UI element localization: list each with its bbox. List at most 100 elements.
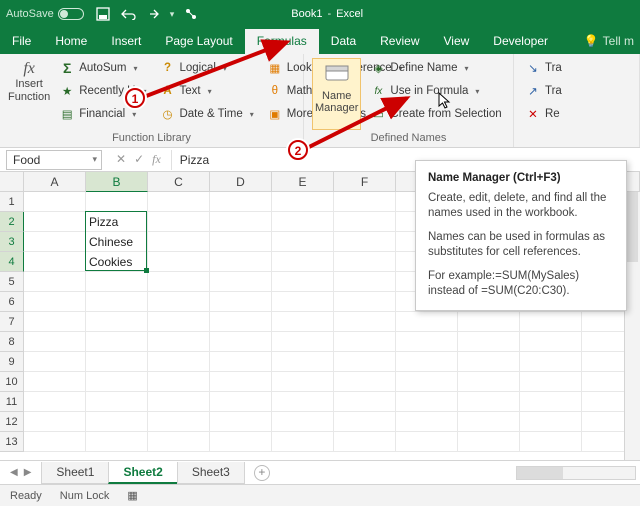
cell[interactable] <box>334 252 396 272</box>
cell[interactable]: Chinese <box>86 232 148 252</box>
cell[interactable] <box>334 372 396 392</box>
cell[interactable] <box>86 312 148 332</box>
tab-page-layout[interactable]: Page Layout <box>153 29 244 54</box>
cell[interactable] <box>210 252 272 272</box>
insert-function-button[interactable]: fx Insert Function <box>8 58 50 130</box>
cell[interactable] <box>458 312 520 332</box>
select-all-corner[interactable] <box>0 172 24 192</box>
cell[interactable] <box>334 412 396 432</box>
sheet-tab[interactable]: Sheet2 <box>108 462 177 484</box>
cell[interactable] <box>458 332 520 352</box>
cell[interactable] <box>272 392 334 412</box>
column-header[interactable]: A <box>24 172 86 192</box>
qat-more-icon[interactable]: ▾ <box>170 9 175 20</box>
cell[interactable] <box>24 212 86 232</box>
tab-home[interactable]: Home <box>43 29 99 54</box>
row-header[interactable]: 5 <box>0 272 24 292</box>
cell[interactable] <box>520 392 582 412</box>
tab-view[interactable]: View <box>432 29 482 54</box>
cell[interactable] <box>210 432 272 452</box>
cell[interactable]: Pizza <box>86 212 148 232</box>
row-header[interactable]: 2 <box>0 212 24 232</box>
tell-me[interactable]: 💡 Tell m <box>578 29 640 54</box>
cell[interactable] <box>458 392 520 412</box>
enter-icon[interactable]: ✓ <box>134 152 144 167</box>
row-header[interactable]: 12 <box>0 412 24 432</box>
row-header[interactable]: 4 <box>0 252 24 272</box>
cell[interactable]: Cookies <box>86 252 148 272</box>
cell[interactable] <box>272 352 334 372</box>
cell[interactable] <box>520 312 582 332</box>
row-header[interactable]: 13 <box>0 432 24 452</box>
fx-icon[interactable]: fx <box>152 152 161 167</box>
cell[interactable] <box>210 372 272 392</box>
cell[interactable] <box>148 432 210 452</box>
cell[interactable] <box>272 412 334 432</box>
cell[interactable] <box>272 292 334 312</box>
cell[interactable] <box>86 272 148 292</box>
cell[interactable] <box>396 412 458 432</box>
cell[interactable] <box>210 232 272 252</box>
row-header[interactable]: 1 <box>0 192 24 212</box>
cancel-icon[interactable]: ✕ <box>116 152 126 167</box>
row-header[interactable]: 3 <box>0 232 24 252</box>
cell[interactable] <box>148 352 210 372</box>
row-header[interactable]: 8 <box>0 332 24 352</box>
cell[interactable] <box>210 332 272 352</box>
column-header[interactable]: E <box>272 172 334 192</box>
cell[interactable] <box>520 372 582 392</box>
tab-data[interactable]: Data <box>319 29 368 54</box>
save-icon[interactable] <box>96 7 110 21</box>
cell[interactable] <box>520 332 582 352</box>
logical-button[interactable]: ?Logical▾ <box>156 58 257 78</box>
cell[interactable] <box>334 352 396 372</box>
cell[interactable] <box>334 272 396 292</box>
tab-review[interactable]: Review <box>368 29 431 54</box>
cell[interactable] <box>210 292 272 312</box>
cell[interactable] <box>272 332 334 352</box>
trace-dependents-button[interactable]: ↗Tra <box>522 81 566 101</box>
cell[interactable] <box>210 392 272 412</box>
cell[interactable] <box>24 232 86 252</box>
autosave-toggle[interactable]: AutoSave <box>6 8 84 20</box>
cell[interactable] <box>458 432 520 452</box>
cell[interactable] <box>148 292 210 312</box>
column-header[interactable]: F <box>334 172 396 192</box>
cell[interactable] <box>148 272 210 292</box>
cell[interactable] <box>24 192 86 212</box>
cell[interactable] <box>86 432 148 452</box>
cell[interactable] <box>334 392 396 412</box>
cell[interactable] <box>24 412 86 432</box>
row-header[interactable]: 7 <box>0 312 24 332</box>
cell[interactable] <box>210 272 272 292</box>
cell[interactable] <box>458 352 520 372</box>
remove-arrows-button[interactable]: ✕Re <box>522 104 566 124</box>
column-header[interactable]: B <box>86 172 148 192</box>
cell[interactable] <box>520 412 582 432</box>
cell[interactable] <box>148 412 210 432</box>
cell[interactable] <box>334 292 396 312</box>
cell[interactable] <box>24 332 86 352</box>
cell[interactable] <box>210 352 272 372</box>
column-header[interactable]: D <box>210 172 272 192</box>
cell[interactable] <box>24 292 86 312</box>
text-button[interactable]: AText▾ <box>156 81 257 101</box>
cell[interactable] <box>210 312 272 332</box>
cell[interactable] <box>86 352 148 372</box>
cell[interactable] <box>334 212 396 232</box>
name-manager-button[interactable]: Name Manager <box>312 58 361 130</box>
cell[interactable] <box>24 432 86 452</box>
cell[interactable] <box>24 272 86 292</box>
tab-developer[interactable]: Developer <box>481 29 560 54</box>
tab-file[interactable]: File <box>0 29 43 54</box>
cell[interactable] <box>86 332 148 352</box>
name-box[interactable]: Food <box>6 150 102 170</box>
cell[interactable] <box>272 192 334 212</box>
use-in-formula-button[interactable]: fxUse in Formula▾ <box>367 81 505 101</box>
cell[interactable] <box>334 232 396 252</box>
cell[interactable] <box>24 312 86 332</box>
cell[interactable] <box>148 332 210 352</box>
autosum-button[interactable]: ΣAutoSum▾ <box>56 58 150 78</box>
cell[interactable] <box>396 372 458 392</box>
cell[interactable] <box>148 252 210 272</box>
